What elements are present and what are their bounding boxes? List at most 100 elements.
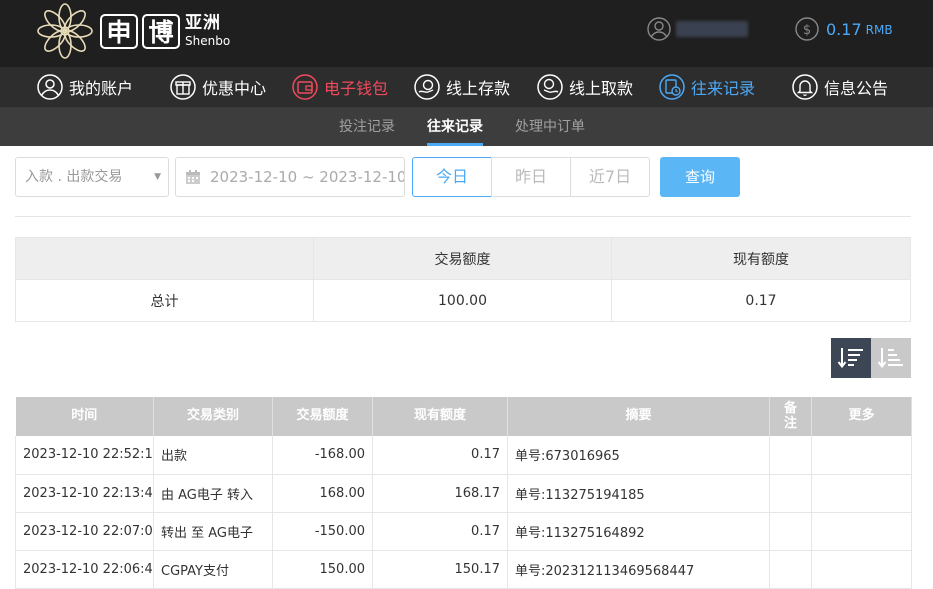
nav-history[interactable]: 往来记录 <box>658 73 755 101</box>
cell-balance: 168.17 <box>372 474 508 513</box>
cell-balance: 0.17 <box>372 436 508 475</box>
withdraw-icon <box>537 74 563 100</box>
cell-more[interactable] <box>811 512 912 551</box>
nav-label: 我的账户 <box>69 79 134 98</box>
logo-char-2: 博 <box>142 13 180 49</box>
nav-e-wallet[interactable]: 电子钱包 <box>291 73 388 101</box>
sort-ascending-button[interactable] <box>871 338 911 378</box>
logo-cn-text: 亚洲 <box>185 13 221 33</box>
nav-label: 优惠中心 <box>202 79 267 98</box>
nav-deposit[interactable]: 线上存款 <box>413 73 510 101</box>
tab-bet-records[interactable]: 投注记录 <box>339 108 395 146</box>
sort-descending-icon <box>837 348 863 369</box>
col-note: 备注 <box>769 397 812 436</box>
history-icon <box>659 74 685 100</box>
nav-label: 信息公告 <box>824 79 889 98</box>
date-range-input[interactable]: 2023-12-10 ~ 2023-12-10 <box>175 157 405 197</box>
cell-summary: 单号:113275194185 <box>507 474 770 513</box>
sort-ascending-icon <box>877 348 903 369</box>
query-button[interactable]: 查询 <box>660 157 740 197</box>
cell-time: 2023-12-10 22:52:17 <box>15 436 154 475</box>
transaction-type-select[interactable]: 入款 . 出款交易 ▼ <box>15 157 169 197</box>
cell-amount: -168.00 <box>272 436 373 475</box>
lotus-logo-icon <box>37 3 93 59</box>
nav-label: 往来记录 <box>691 79 756 98</box>
summary-total-balance: 0.17 <box>611 279 911 322</box>
summary-table: 交易额度 现有额度 总计 100.00 0.17 <box>15 237 911 322</box>
cell-amount: 150.00 <box>272 550 373 589</box>
main-nav: 我的账户 优惠中心 电子钱包 线上存款 线上取款 往来记录 信息公告 <box>0 67 933 108</box>
nav-label: 电子钱包 <box>324 79 389 98</box>
cell-summary: 单号:202312113469568447 <box>507 550 770 589</box>
balance-value: 0.17 <box>826 19 862 39</box>
nav-announcements[interactable]: 信息公告 <box>791 73 888 101</box>
cell-note <box>769 550 812 589</box>
cell-time: 2023-12-10 22:13:43 <box>15 474 154 513</box>
user-icon <box>647 17 671 41</box>
cell-time: 2023-12-10 22:07:09 <box>15 512 154 551</box>
tab-pending-orders[interactable]: 处理中订单 <box>515 108 585 146</box>
nav-my-account[interactable]: 我的账户 <box>36 73 133 101</box>
cell-amount: -150.00 <box>272 512 373 551</box>
calendar-icon <box>186 170 200 184</box>
tab-transaction-records[interactable]: 往来记录 <box>427 108 483 146</box>
cell-time: 2023-12-10 22:06:48 <box>15 550 154 589</box>
col-summary: 摘要 <box>507 397 770 436</box>
col-time: 时间 <box>15 397 154 436</box>
today-button[interactable]: 今日 <box>412 157 492 197</box>
table-row: 2023-12-10 22:06:48 CGPAY支付 150.00 150.1… <box>15 550 912 589</box>
nav-withdraw[interactable]: 线上取款 <box>536 73 633 101</box>
dollar-icon: $ <box>795 17 819 41</box>
cell-balance: 0.17 <box>372 512 508 551</box>
last-7-days-button[interactable]: 近7日 <box>570 157 650 197</box>
cell-note <box>769 436 812 475</box>
svg-text:$: $ <box>803 23 811 38</box>
cell-amount: 168.00 <box>272 474 373 513</box>
col-more: 更多 <box>811 397 912 436</box>
table-row: 2023-12-10 22:13:43 由 AG电子 转入 168.00 168… <box>15 474 912 513</box>
divider <box>15 216 911 217</box>
deposit-icon <box>414 74 440 100</box>
summary-header-amount: 交易额度 <box>313 237 612 280</box>
table-row: 2023-12-10 22:52:17 出款 -168.00 0.17 单号:6… <box>15 436 912 475</box>
cell-type: 转出 至 AG电子 <box>153 512 273 551</box>
top-header: 申 博 亚洲 Shenbo $ 0.17 RMB <box>0 0 933 67</box>
cell-note <box>769 512 812 551</box>
user-menu[interactable] <box>647 17 748 41</box>
balance-display: $ 0.17 RMB <box>795 17 893 41</box>
cell-type: 由 AG电子 转入 <box>153 474 273 513</box>
cell-more[interactable] <box>811 436 912 475</box>
date-range-value: 2023-12-10 ~ 2023-12-10 <box>210 168 405 186</box>
cell-type: CGPAY支付 <box>153 550 273 589</box>
summary-header-blank <box>15 237 314 280</box>
cell-summary: 单号:673016965 <box>507 436 770 475</box>
logo-en-text: Shenbo <box>185 34 231 48</box>
wallet-icon <box>292 74 318 100</box>
user-circle-icon <box>37 74 63 100</box>
gift-icon <box>170 74 196 100</box>
cell-summary: 单号:113275164892 <box>507 512 770 551</box>
yesterday-button[interactable]: 昨日 <box>491 157 571 197</box>
sort-descending-button[interactable] <box>831 338 871 378</box>
summary-total-label: 总计 <box>15 279 314 322</box>
cell-more[interactable] <box>811 550 912 589</box>
records-table: 时间 交易类别 交易额度 现有额度 摘要 备注 更多 2023-12-10 22… <box>15 397 912 589</box>
cell-type: 出款 <box>153 436 273 475</box>
select-value: 入款 . 出款交易 <box>25 169 123 185</box>
table-row: 2023-12-10 22:07:09 转出 至 AG电子 -150.00 0.… <box>15 512 912 551</box>
nav-promotions[interactable]: 优惠中心 <box>169 73 266 101</box>
nav-label: 线上取款 <box>569 79 634 98</box>
brand-logo[interactable]: 申 博 亚洲 Shenbo <box>34 0 230 62</box>
bell-icon <box>792 74 818 100</box>
caret-down-icon: ▼ <box>154 172 161 182</box>
sub-nav: 投注记录 往来记录 处理中订单 <box>0 108 933 146</box>
balance-unit: RMB <box>865 23 893 37</box>
nav-label: 线上存款 <box>446 79 511 98</box>
cell-more[interactable] <box>811 474 912 513</box>
cell-note <box>769 474 812 513</box>
col-balance: 现有额度 <box>372 397 508 436</box>
logo-char-1: 申 <box>100 13 138 49</box>
col-type: 交易类别 <box>153 397 273 436</box>
username-redacted <box>676 21 748 37</box>
cell-balance: 150.17 <box>372 550 508 589</box>
